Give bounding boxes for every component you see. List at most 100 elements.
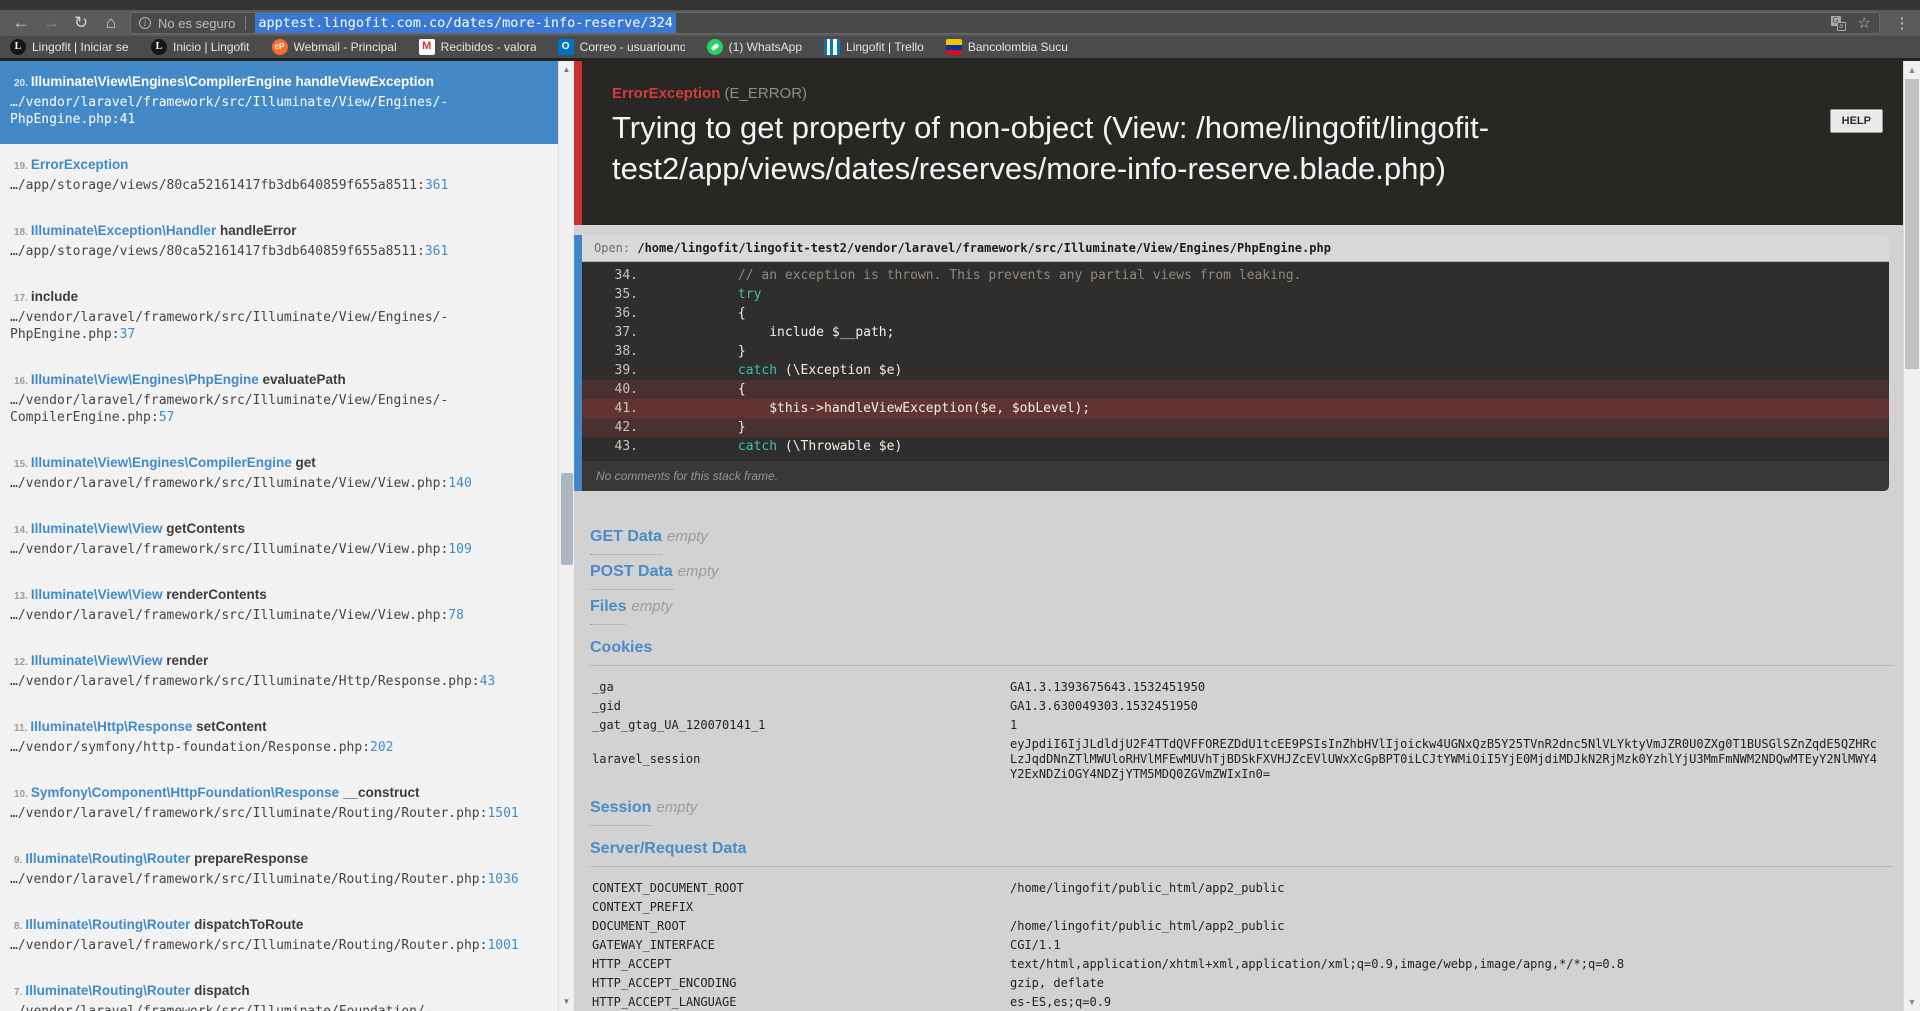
get-data-section: GET Dataempty <box>590 527 1893 555</box>
frame-method: render <box>166 653 208 668</box>
stack-frame[interactable]: 17.include…/vendor/laravel/framework/src… <box>0 276 558 359</box>
table-row: DOCUMENT_ROOT/home/lingofit/public_html/… <box>592 917 1882 936</box>
empty-label: empty <box>678 563 719 580</box>
stack-frame[interactable]: 18.Illuminate\Exception\Handler handleEr… <box>0 210 558 276</box>
back-icon[interactable]: ← <box>6 12 36 34</box>
bookmark-item[interactable]: Bancolombia Sucurs <box>946 39 1068 55</box>
security-label[interactable]: No es seguro <box>158 16 235 31</box>
bookmark-item[interactable]: (1) WhatsApp <box>707 39 802 55</box>
code-line-source: } <box>644 342 746 361</box>
bookmark-item[interactable]: LInicio | Lingofit <box>151 39 250 55</box>
cookies-heading: Cookies <box>590 639 652 656</box>
frame-line-number: 140 <box>448 476 471 491</box>
translate-icon[interactable]: Ga <box>1831 16 1846 31</box>
frame-line-number: 41 <box>120 112 136 127</box>
get-data-heading: GET Data <box>590 527 662 555</box>
stack-frame[interactable]: 19.ErrorException …/app/storage/views/80… <box>0 144 558 210</box>
scroll-up-icon[interactable]: ▲ <box>559 63 574 77</box>
code-line-source: catch (\Exception $e) <box>644 361 902 380</box>
post-data-heading: POST Data <box>590 562 673 590</box>
bookmark-label: Webmail - Principal <box>294 40 397 54</box>
code-line: 36. { <box>582 304 1889 323</box>
stack-frame[interactable]: 14.Illuminate\View\View getContents…/ven… <box>0 508 558 574</box>
frame-title: 10.Symfony\Component\HttpFoundation\Resp… <box>10 784 544 803</box>
frame-title: 13.Illuminate\View\View renderContents <box>10 586 544 605</box>
cookies-section: Cookies _gaGA1.3.1393675643.1532451950_g… <box>590 638 1893 784</box>
frame-number: 19. <box>14 161 28 172</box>
table-row: laravel_sessioneyJpdiI6IjJLdldjU2F4TTdQV… <box>592 735 1882 784</box>
scroll-down-icon[interactable]: ▼ <box>1904 994 1920 1010</box>
stack-frame[interactable]: 9.Illuminate\Routing\Router prepareRespo… <box>0 838 558 904</box>
frame-number: 10. <box>14 789 28 800</box>
table-value: eyJpdiI6IjJLdldjU2F4TTdQVFFOREZDdU1tcEE9… <box>1010 735 1882 784</box>
frame-number: 16. <box>14 376 28 387</box>
reload-icon[interactable]: ↻ <box>66 12 96 34</box>
chrome-menu-icon[interactable]: ⋮ <box>1890 14 1914 32</box>
table-value: GA1.3.1393675643.1532451950 <box>1010 678 1882 697</box>
table-row: CONTEXT_DOCUMENT_ROOT/home/lingofit/publ… <box>592 879 1882 898</box>
stack-frames-panel: 20.Illuminate\View\Engines\CompilerEngin… <box>0 61 558 1011</box>
exception-header: ErrorException (E_ERROR) Trying to get p… <box>574 61 1903 225</box>
cpanel-favicon-icon: cP <box>272 39 288 55</box>
stack-frame[interactable]: 7.Illuminate\Routing\Router dispatch…/ve… <box>0 970 558 1011</box>
window-scrollbar-thumb[interactable] <box>1905 79 1919 369</box>
frame-line-number: 202 <box>370 740 393 755</box>
frame-path: …/vendor/laravel/framework/src/Illuminat… <box>10 475 544 492</box>
table-key: _gat_gtag_UA_120070141_1 <box>592 716 1010 735</box>
stack-frame[interactable]: 12.Illuminate\View\View render…/vendor/l… <box>0 640 558 706</box>
frame-title: 20.Illuminate\View\Engines\CompilerEngin… <box>10 73 544 92</box>
open-file-bar[interactable]: Open: /home/lingofit/lingofit-test2/vend… <box>582 235 1889 262</box>
bookmark-star-icon[interactable]: ☆ <box>1858 14 1871 32</box>
frame-number: 20. <box>14 78 28 89</box>
home-icon[interactable]: ⌂ <box>96 12 126 34</box>
lingofit-favicon-icon: L <box>151 39 167 55</box>
outlook-favicon-icon: O <box>558 39 574 55</box>
info-icon[interactable]: i <box>139 17 151 29</box>
sidebar-scrollbar-thumb[interactable] <box>561 473 573 565</box>
frame-line-number: 78 <box>448 608 464 623</box>
frame-title: 8.Illuminate\Routing\Router dispatchToRo… <box>10 916 544 935</box>
frame-title: 18.Illuminate\Exception\Handler handleEr… <box>10 222 544 241</box>
frame-path: …/app/storage/views/80ca52161417fb3db640… <box>10 177 544 194</box>
server-request-table: CONTEXT_DOCUMENT_ROOT/home/lingofit/publ… <box>592 879 1882 1011</box>
frame-line-number: 43 <box>480 674 496 689</box>
code-line-source: try <box>644 285 761 304</box>
page-content: 20.Illuminate\View\Engines\CompilerEngin… <box>0 58 1920 1011</box>
table-key: CONTEXT_PREFIX <box>592 898 1010 917</box>
url-text[interactable]: apptest.lingofit.com.co/dates/more-info-… <box>255 13 676 33</box>
frame-class: Illuminate\Http\Response <box>30 719 192 734</box>
stack-frame[interactable]: 8.Illuminate\Routing\Router dispatchToRo… <box>0 904 558 970</box>
bookmark-item[interactable]: cP Webmail - Principal <box>272 39 397 55</box>
bookmark-item[interactable]: MRecibidos - valoraci <box>419 39 536 55</box>
forward-icon[interactable]: → <box>36 12 66 34</box>
frame-line-number: 361 <box>425 178 448 193</box>
scroll-down-icon[interactable]: ▼ <box>559 995 574 1009</box>
code-line-source: { <box>644 304 746 323</box>
window-scrollbar[interactable]: ▲ ▼ <box>1903 61 1920 1011</box>
frame-line-number: 109 <box>448 542 471 557</box>
frame-class: Illuminate\View\Engines\CompilerEngine <box>31 74 292 89</box>
scroll-up-icon[interactable]: ▲ <box>1904 62 1920 78</box>
stack-frame[interactable]: 20.Illuminate\View\Engines\CompilerEngin… <box>0 61 558 144</box>
help-button[interactable]: HELP <box>1830 109 1883 133</box>
table-key: laravel_session <box>592 735 1010 784</box>
frame-class: Illuminate\Routing\Router <box>25 917 190 932</box>
table-row: GATEWAY_INTERFACECGI/1.1 <box>592 936 1882 955</box>
stack-frame[interactable]: 16.Illuminate\View\Engines\PhpEngine eva… <box>0 359 558 442</box>
table-key: HTTP_ACCEPT_ENCODING <box>592 974 1010 993</box>
frame-title: 7.Illuminate\Routing\Router dispatch <box>10 982 544 1001</box>
code-line: 42. } <box>582 418 1889 437</box>
sidebar-scrollbar[interactable]: ▲ ▼ <box>558 61 574 1011</box>
stack-frame[interactable]: 15.Illuminate\View\Engines\CompilerEngin… <box>0 442 558 508</box>
bookmark-item[interactable]: LLingofit | Iniciar sesió <box>10 39 129 55</box>
stack-frame[interactable]: 10.Symfony\Component\HttpFoundation\Resp… <box>0 772 558 838</box>
stack-frame[interactable]: 11.Illuminate\Http\Response setContent…/… <box>0 706 558 772</box>
bookmark-item[interactable]: Lingofit | Trello <box>824 39 924 55</box>
frame-line-number: 57 <box>159 410 175 425</box>
code-snippet: 34. // an exception is thrown. This prev… <box>582 262 1889 460</box>
stack-frame[interactable]: 13.Illuminate\View\View renderContents…/… <box>0 574 558 640</box>
frame-line-number: 361 <box>425 244 448 259</box>
bookmark-item[interactable]: OCorreo - usuariouno <box>558 39 685 55</box>
browser-toolbar: ← → ↻ ⌂ i No es seguro apptest.lingofit.… <box>0 10 1920 36</box>
address-bar[interactable]: i No es seguro apptest.lingofit.com.co/d… <box>130 12 1880 34</box>
